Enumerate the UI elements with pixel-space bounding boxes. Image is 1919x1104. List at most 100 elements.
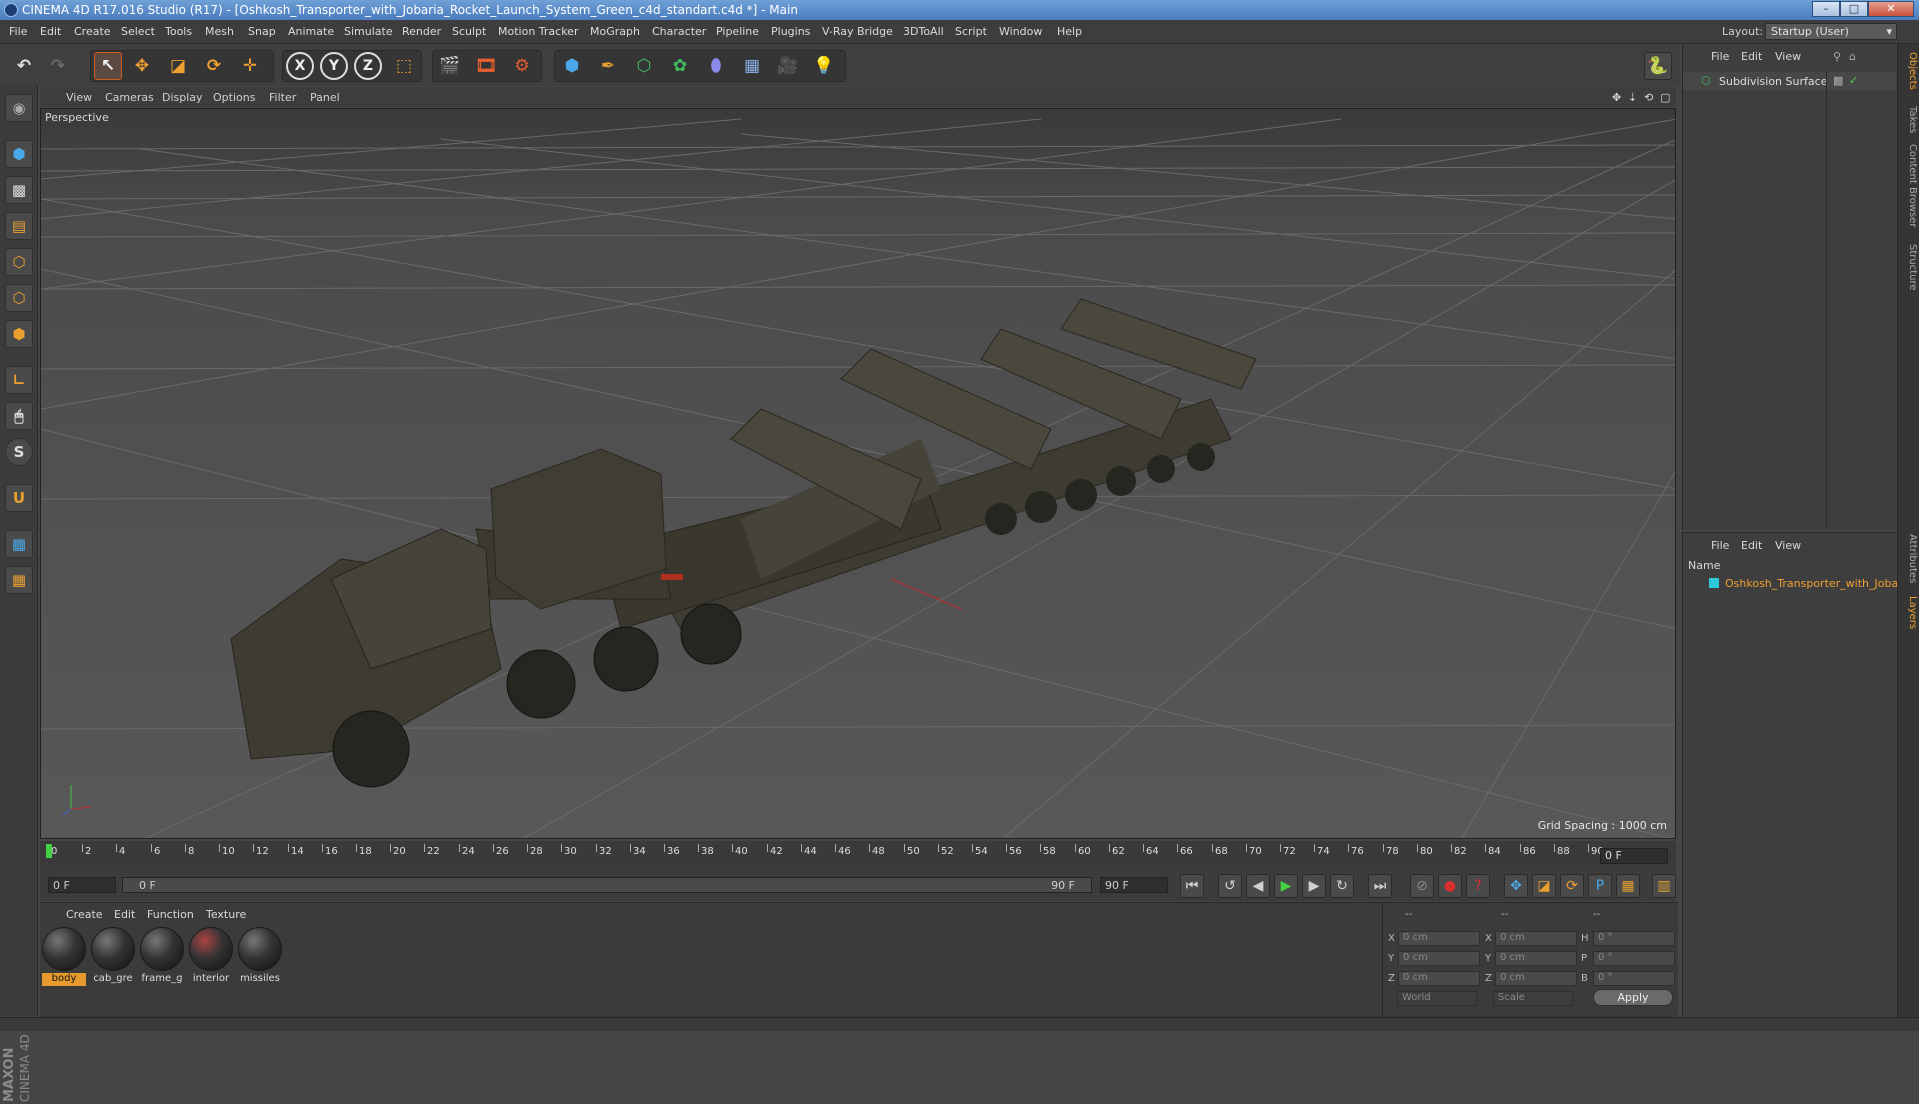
scale-icon[interactable]: ◪ (164, 52, 192, 80)
key-scale-icon[interactable]: ◪ (1532, 874, 1556, 898)
menu-file[interactable]: File (9, 25, 27, 38)
mograph-cloner-icon[interactable]: ✿ (666, 52, 694, 80)
light-icon[interactable]: 💡 (810, 52, 838, 80)
python-icon[interactable]: 🐍 (1644, 52, 1672, 80)
deformer-icon[interactable]: ⬮ (702, 52, 730, 80)
minimize-button[interactable]: – (1812, 1, 1840, 17)
menu-script[interactable]: Script (955, 25, 987, 38)
pen-spline-icon[interactable]: ✒ (594, 52, 622, 80)
rotate-icon[interactable]: ⟳ (200, 52, 228, 80)
rotation-p-field[interactable]: 0 ° (1593, 951, 1675, 966)
next-frame-icon[interactable]: ▶ (1302, 874, 1326, 898)
lock-workplane-icon[interactable]: ▦ (5, 530, 33, 558)
close-button[interactable]: ✕ (1868, 1, 1914, 17)
last-tool-icon[interactable]: ✛ (236, 52, 264, 80)
menu-snap[interactable]: Snap (248, 25, 276, 38)
playhead[interactable] (46, 844, 52, 858)
tab-objects[interactable]: Objects (1900, 52, 1918, 90)
menu-sculpt[interactable]: Sculpt (452, 25, 486, 38)
size-y-field[interactable]: 0 cm (1495, 951, 1577, 966)
maximize-view-icon[interactable]: ▢ (1660, 91, 1670, 104)
menu-tools[interactable]: Tools (165, 25, 192, 38)
z-axis-lock-button[interactable]: Z (354, 52, 382, 80)
position-z-field[interactable]: 0 cm (1398, 971, 1480, 986)
end-frame-field[interactable]: 90 F (1100, 877, 1168, 893)
floor-icon[interactable]: ▦ (738, 52, 766, 80)
viewport-menu-cameras[interactable]: Cameras (105, 91, 154, 104)
viewport-menu-filter[interactable]: Filter (269, 91, 296, 104)
material-menu-texture[interactable]: Texture (206, 908, 246, 921)
key-position-icon[interactable]: ✥ (1504, 874, 1528, 898)
live-selection-icon[interactable]: ↖ (94, 52, 122, 80)
rotate-view-icon[interactable]: ⟲ (1644, 91, 1653, 104)
tab-content-browser[interactable]: Content Browser (1900, 144, 1918, 227)
key-rotation-icon[interactable]: ⟳ (1560, 874, 1584, 898)
previous-frame-icon[interactable]: ◀ (1246, 874, 1270, 898)
apply-button[interactable]: Apply (1593, 989, 1673, 1006)
layer-menu-edit[interactable]: Edit (1741, 539, 1762, 552)
coordinate-mode-dropdown[interactable]: World (1397, 991, 1477, 1006)
y-axis-lock-button[interactable]: Y (320, 52, 348, 80)
go-to-start-icon[interactable]: ⏮ (1180, 874, 1204, 898)
object-menu-file[interactable]: File (1711, 50, 1729, 63)
menu-animate[interactable]: Animate (288, 25, 334, 38)
layout-dropdown[interactable]: Startup (User) ▾ (1765, 23, 1897, 40)
render-settings-icon[interactable]: ⚙ (508, 52, 536, 80)
model-mode-icon[interactable]: ⬢ (5, 140, 33, 168)
move-icon[interactable]: ✥ (128, 52, 156, 80)
position-y-field[interactable]: 0 cm (1398, 951, 1480, 966)
material-menu-create[interactable]: Create (66, 908, 103, 921)
texture-mode-icon[interactable]: ▩ (5, 176, 33, 204)
layer-row[interactable]: Oshkosh_Transporter_with_Jobari (1683, 575, 1906, 593)
menu-help[interactable]: Help (1057, 25, 1082, 38)
material-swatch[interactable]: body (42, 927, 86, 987)
previous-key-icon[interactable]: ↺ (1218, 874, 1242, 898)
render-picture-viewer-icon[interactable]: 🎞 (472, 52, 500, 80)
subdivision-icon[interactable]: ⬡ (630, 52, 658, 80)
workplane-icon[interactable]: ▤ (5, 212, 33, 240)
viewport-menu-display[interactable]: Display (162, 91, 203, 104)
viewport-menu-view[interactable]: View (66, 91, 92, 104)
menu-3dtoall[interactable]: 3DToAll (903, 25, 944, 38)
layer-menu-file[interactable]: File (1711, 539, 1729, 552)
rotation-b-field[interactable]: 0 ° (1593, 971, 1675, 986)
start-frame-field[interactable]: 0 F (48, 877, 116, 893)
menu-edit[interactable]: Edit (40, 25, 61, 38)
object-menu-edit[interactable]: Edit (1741, 50, 1762, 63)
redo-icon[interactable]: ↷ (44, 52, 72, 80)
material-menu-function[interactable]: Function (147, 908, 194, 921)
home-icon[interactable]: ⌂ (1849, 50, 1856, 63)
menu-character[interactable]: Character (652, 25, 706, 38)
menu-pipeline[interactable]: Pipeline (716, 25, 759, 38)
record-active-icon[interactable]: ● (1438, 874, 1462, 898)
coordinate-system-icon[interactable]: ⬚ (390, 52, 418, 80)
points-mode-icon[interactable]: ⬡ (5, 248, 33, 276)
enabled-check-icon[interactable]: ✓ (1849, 74, 1858, 87)
size-mode-dropdown[interactable]: Scale (1493, 991, 1573, 1006)
material-swatch[interactable]: interior (189, 927, 233, 987)
tab-attributes[interactable]: Attributes (1900, 534, 1918, 583)
viewport-menu-panel[interactable]: Panel (310, 91, 340, 104)
menu-render[interactable]: Render (402, 25, 441, 38)
undo-icon[interactable]: ↶ (10, 52, 38, 80)
object-row[interactable]: ⬡ Subdivision Surface ▩ ✓ (1683, 72, 1896, 90)
menu-create[interactable]: Create (74, 25, 111, 38)
perspective-viewport[interactable]: Perspective Grid Spacing : 1000 cm (40, 108, 1676, 839)
snap-toggle-icon[interactable]: S (5, 438, 33, 466)
current-frame-field[interactable]: 0 F (1600, 848, 1668, 864)
object-menu-view[interactable]: View (1775, 50, 1801, 63)
record-keys-off-icon[interactable]: ⊘ (1410, 874, 1434, 898)
axis-mode-icon[interactable]: ∟ (5, 366, 33, 394)
menu-simulate[interactable]: Simulate (344, 25, 393, 38)
material-menu-edit[interactable]: Edit (114, 908, 135, 921)
move-view-icon[interactable]: ✥ (1612, 91, 1621, 104)
tab-layers[interactable]: Layers (1900, 596, 1918, 629)
tweak-mode-icon[interactable]: 🖱 (5, 402, 33, 430)
menu-mesh[interactable]: Mesh (205, 25, 234, 38)
size-z-field[interactable]: 0 cm (1495, 971, 1577, 986)
key-point-level-icon[interactable]: ▦ (1616, 874, 1640, 898)
menu-vray-bridge[interactable]: V-Ray Bridge (822, 25, 893, 38)
editor-visibility-icon[interactable]: ▩ (1833, 74, 1843, 87)
edges-mode-icon[interactable]: ⬡ (5, 284, 33, 312)
magnet-icon[interactable]: U (5, 484, 33, 512)
